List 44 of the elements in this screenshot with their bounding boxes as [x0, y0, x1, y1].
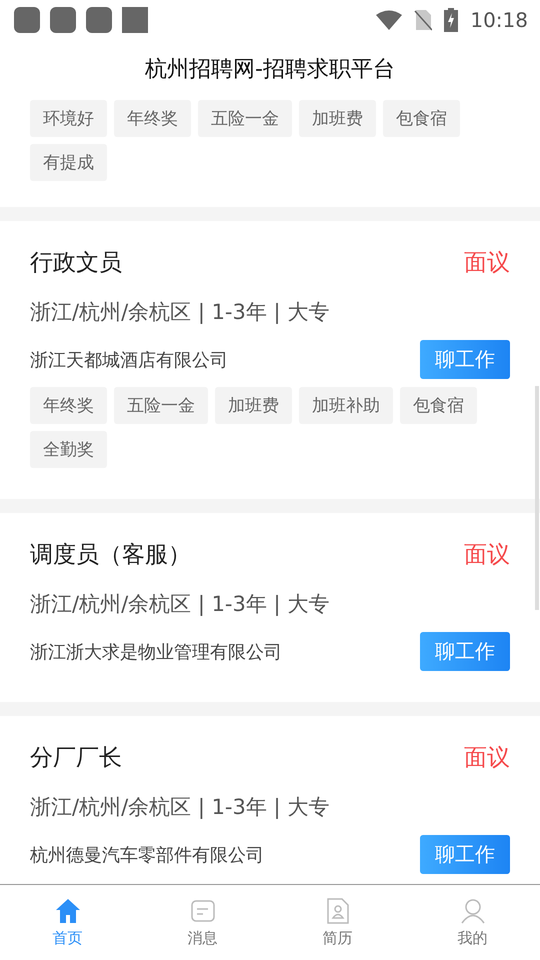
no-sim-icon — [414, 9, 432, 31]
benefit-tag: 包食宿 — [400, 387, 477, 424]
chat-button[interactable]: 聊工作 — [420, 632, 510, 671]
tab-item[interactable]: 消息 — [135, 885, 270, 960]
notification-icon — [50, 7, 76, 33]
benefit-tag: 五险一金 — [198, 100, 292, 137]
company-name: 浙江浙大求是物业管理有限公司 — [30, 640, 282, 664]
job-location: 浙江/杭州/余杭区 | 1-3年 | 大专 — [30, 591, 330, 618]
notification-icon — [86, 7, 112, 33]
job-title[interactable]: 行政文员 — [30, 247, 122, 278]
resume-icon — [324, 898, 350, 924]
job-location: 浙江/杭州/余杭区 | 1-3年 | 大专 — [30, 299, 330, 326]
tab-item[interactable]: 首页 — [0, 885, 135, 960]
benefit-tag: 全勤奖 — [30, 431, 107, 468]
benefit-tag: 年终奖 — [114, 100, 191, 137]
benefit-tag: 五险一金 — [114, 387, 208, 424]
benefit-tag: 加班费 — [299, 100, 376, 137]
job-location: 浙江/杭州/余杭区 | 1-3年 | 大专 — [30, 794, 330, 821]
salary: 面议 — [464, 249, 510, 278]
chat-button[interactable]: 聊工作 — [420, 340, 510, 379]
tab-item[interactable]: 我的 — [405, 885, 540, 960]
benefit-tag: 有提成 — [30, 144, 107, 181]
wifi-icon — [376, 10, 402, 30]
salary: 面议 — [464, 744, 510, 773]
tab-item[interactable]: 简历 — [270, 885, 405, 960]
page-title: 杭州招聘网-招聘求职平台 — [145, 56, 395, 84]
job-title[interactable]: 分厂厂长 — [30, 742, 122, 773]
notification-icon — [14, 7, 40, 33]
benefit-tag: 加班补助 — [299, 387, 393, 424]
benefit-tag: 加班费 — [215, 387, 292, 424]
company-name: 浙江天都城酒店有限公司 — [30, 348, 228, 372]
salary: 面议 — [464, 541, 510, 570]
benefit-tag: 包食宿 — [383, 100, 460, 137]
notification-icon — [122, 7, 148, 33]
chat-button[interactable]: 聊工作 — [420, 835, 510, 874]
battery-icon — [444, 8, 458, 32]
benefit-tag: 年终奖 — [30, 387, 107, 424]
job-title[interactable]: 调度员（客服） — [30, 539, 191, 570]
message-icon — [190, 898, 216, 924]
company-name: 杭州德曼汽车零部件有限公司 — [30, 844, 264, 866]
home-icon — [54, 898, 80, 924]
benefit-tag: 环境好 — [30, 100, 107, 137]
status-time: 10:18 — [470, 8, 528, 32]
profile-icon — [460, 898, 486, 924]
